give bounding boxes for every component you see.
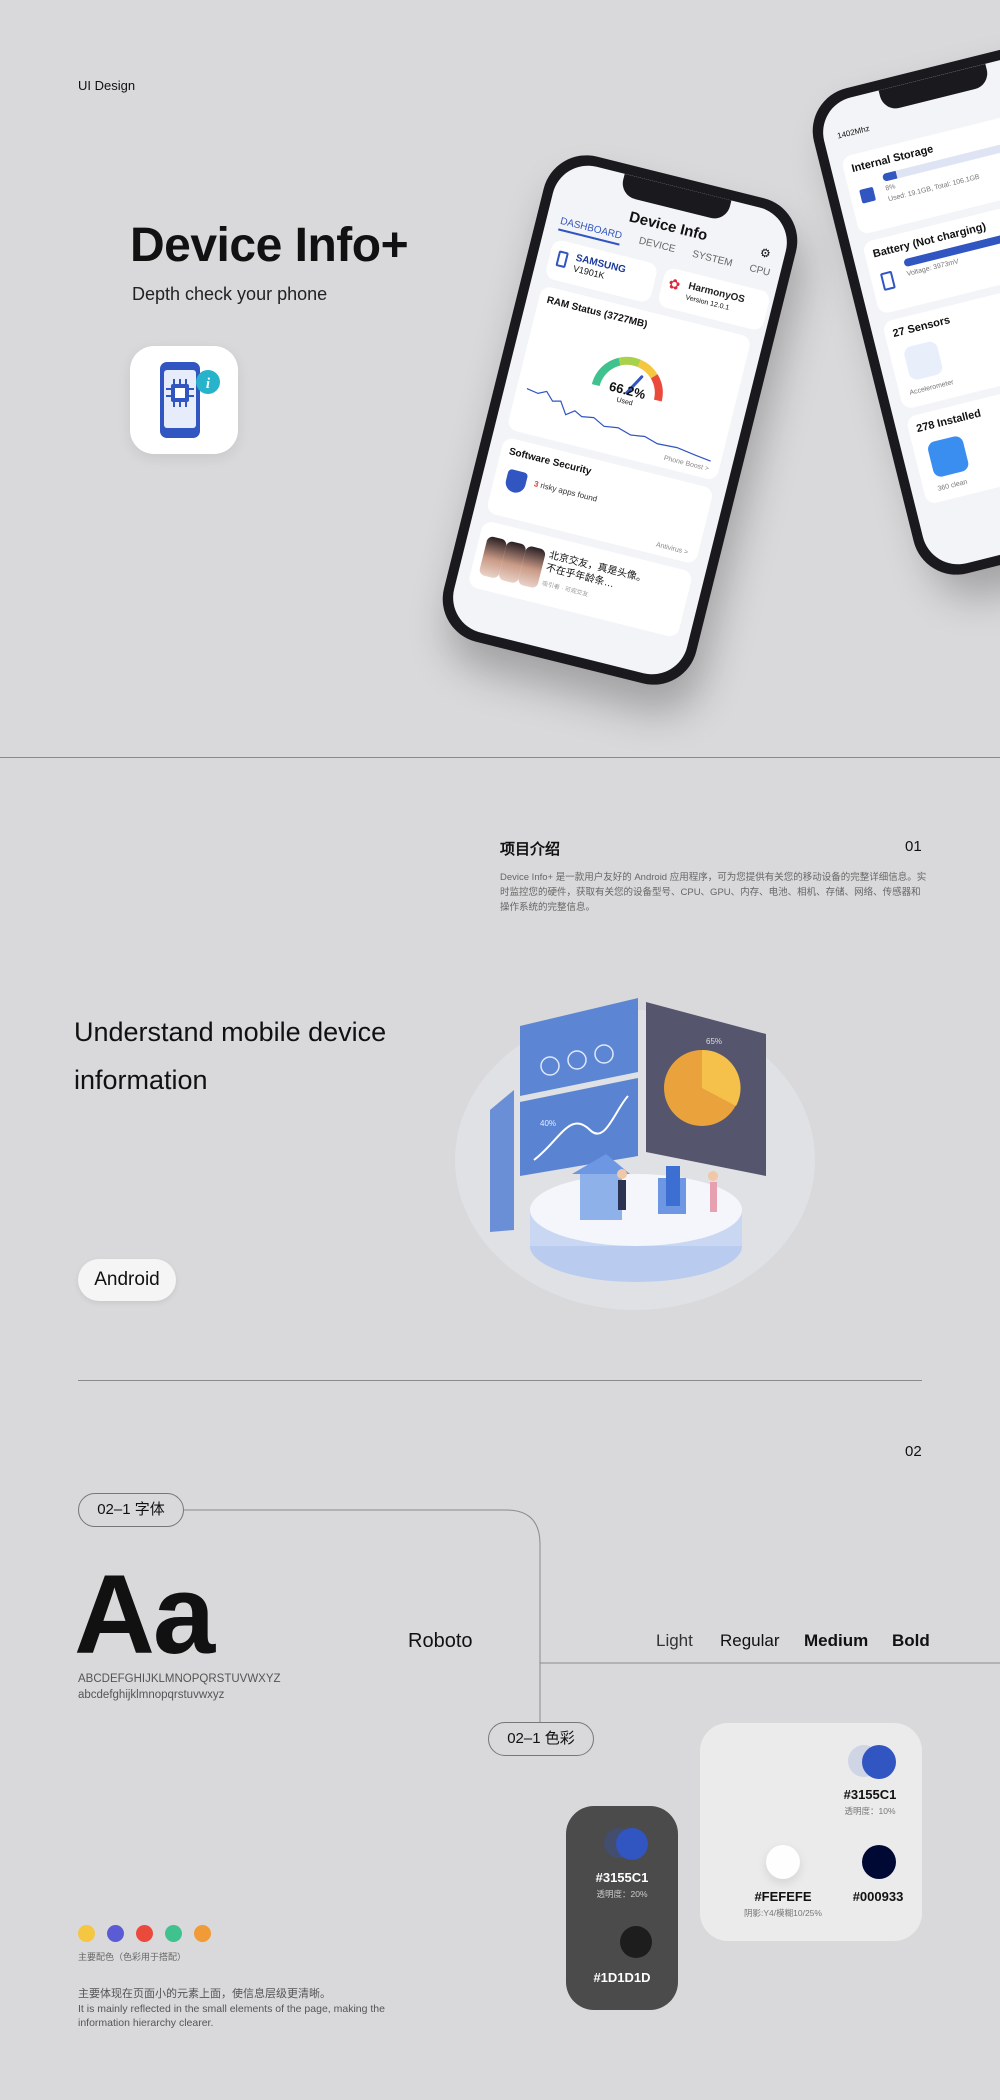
app-tile[interactable] (926, 434, 971, 479)
accent-dot (78, 1925, 95, 1942)
phone-screen: 1402Mhz Internal Storage 8% Used: 19.1GB… (815, 48, 1000, 572)
accent-dot (136, 1925, 153, 1942)
font-sample: Aa (74, 1552, 215, 1677)
sensor-name: Accelerometer (908, 379, 955, 397)
phone-icon (555, 250, 569, 269)
weight-medium: Medium (804, 1631, 869, 1650)
phone-screen: Device Info ⚙ DASHBOARD DEVICE SYSTEM CP… (445, 158, 795, 682)
weight-regular: Regular (720, 1631, 780, 1650)
weight-light: Light (656, 1631, 693, 1650)
dots-caption: 主要配色（色彩用于搭配） (78, 1952, 187, 1962)
antivirus-link[interactable]: Antivirus > (655, 542, 689, 557)
hex-primary-note: 透明度：20% (596, 1889, 648, 1899)
color-section-pill: 02–1 色彩 (488, 1722, 594, 1756)
swatch-black (862, 1845, 896, 1879)
swatch-primary (862, 1745, 896, 1779)
line-chart-label: 40% (540, 1119, 556, 1128)
swatch-primary (616, 1828, 648, 1860)
app-name: 360 clean (937, 478, 969, 493)
uppercase-alphabet: ABCDEFGHIJKLMNOPQRSTUVWXYZ (78, 1673, 281, 1685)
sensor-tile[interactable] (902, 340, 944, 382)
accent-dot (194, 1925, 211, 1942)
platform-tag: Android (78, 1259, 176, 1301)
color-note-en: It is mainly reflected in the small elem… (78, 2003, 385, 2029)
tab-system[interactable]: SYSTEM (690, 249, 734, 274)
color-note-cn: 主要体现在页面小的元素上面，使信息层级更清晰。 (78, 1988, 331, 2000)
hex-white: #FEFEFE (754, 1889, 812, 1904)
hex-white-note: 阴影:Y4/模糊10/25% (744, 1908, 822, 1918)
font-section-pill: 02–1 字体 (78, 1493, 184, 1527)
app-title: Device Info+ (130, 219, 409, 272)
phone-mockup-dashboard: Device Info ⚙ DASHBOARD DEVICE SYSTEM CP… (433, 145, 807, 695)
lowercase-alphabet: abcdefghijklmnopqrstuvwxyz (78, 1689, 225, 1701)
app-subtitle: Depth check your phone (132, 284, 328, 304)
app-icon: i (130, 346, 238, 454)
hex-primary: #3155C1 (843, 1787, 897, 1802)
dark-swatch-card: #3155C1 透明度：20% #1D1D1D (566, 1806, 678, 2010)
data-dashboard-illustration: 40% 65% (455, 998, 815, 1310)
phone-mockup-device: 1402Mhz Internal Storage 8% Used: 19.1GB… (803, 35, 1000, 585)
swatch-secondary (620, 1926, 652, 1958)
hex-black: #000933 (852, 1889, 904, 1904)
risky-apps-label: risky apps found (539, 480, 599, 504)
swatch-white (766, 1845, 800, 1879)
hex-primary: #3155C1 (595, 1870, 649, 1885)
phone-notch (878, 63, 991, 112)
intro-title: 项目介绍 (500, 841, 561, 858)
hex-secondary: #1D1D1D (593, 1970, 651, 1985)
ui-design-label: UI Design (78, 78, 136, 93)
storage-icon (859, 186, 877, 204)
section-number: 02 (905, 1443, 922, 1460)
light-swatch-card: #3155C1 透明度：10% #FEFEFE 阴影:Y4/模糊10/25% #… (700, 1723, 922, 1941)
font-name: Roboto (408, 1630, 473, 1652)
gauge-segment (618, 356, 641, 368)
pie-chart-label: 65% (706, 1037, 722, 1046)
hex-primary-note: 透明度：10% (844, 1806, 896, 1816)
risky-apps-text: 3 risky apps found (533, 479, 598, 503)
tab-cpu[interactable]: CPU (747, 263, 771, 283)
weight-bold: Bold (892, 1631, 930, 1650)
headline: Understand mobile device information (74, 1017, 387, 1095)
phone-chip-icon: i (160, 362, 220, 438)
accent-dot (107, 1925, 124, 1942)
accent-dot (165, 1925, 182, 1942)
storage-bar-fill (881, 170, 898, 182)
gauge-segment (637, 359, 658, 379)
cpu-frequency: 1402Mhz (836, 123, 871, 141)
risky-apps-count: 3 (532, 479, 540, 490)
section-divider (0, 757, 1000, 758)
tab-device[interactable]: DEVICE (637, 235, 677, 259)
section-number: 01 (905, 838, 922, 855)
section-divider (78, 1380, 922, 1381)
huawei-logo-icon: ✿ (666, 274, 682, 294)
intro-description: Device Info+ 是一款用户友好的 Android 应用程序，可为您提供… (500, 872, 927, 913)
battery-icon (879, 270, 896, 292)
shield-icon (503, 468, 529, 495)
